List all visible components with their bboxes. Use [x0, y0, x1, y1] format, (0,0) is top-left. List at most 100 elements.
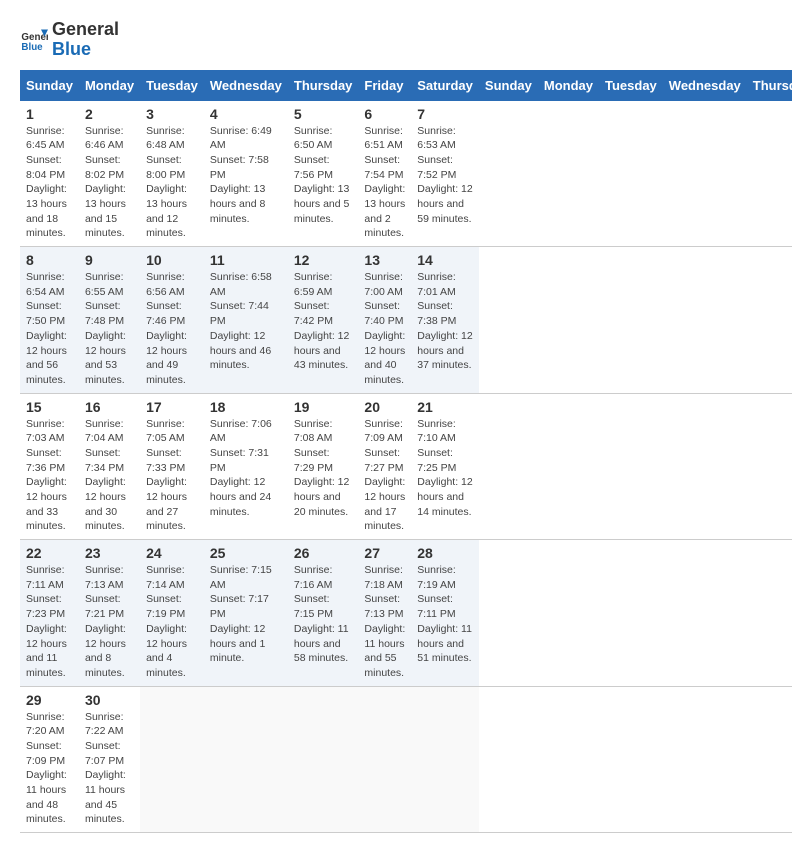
header-tuesday: Tuesday: [140, 70, 204, 101]
day-info: Sunrise: 6:55 AM Sunset: 7:48 PM Dayligh…: [85, 270, 134, 388]
day-info: Sunrise: 7:06 AM Sunset: 7:31 PM Dayligh…: [210, 417, 282, 520]
day-cell-10: 10Sunrise: 6:56 AM Sunset: 7:46 PM Dayli…: [140, 247, 204, 394]
day-number: 17: [146, 399, 198, 415]
day-number: 29: [26, 692, 73, 708]
day-info: Sunrise: 7:14 AM Sunset: 7:19 PM Dayligh…: [146, 563, 198, 681]
day-number: 3: [146, 106, 198, 122]
day-cell-3: 3 Sunrise: 6:48 AM Sunset: 8:00 PM Daylig…: [140, 101, 204, 247]
day-number: 7: [417, 106, 473, 122]
logo: General Blue General Blue: [20, 20, 119, 60]
day-info: Sunrise: 6:48 AM Sunset: 8:00 PM Dayligh…: [146, 124, 198, 242]
day-info: Sunrise: 7:18 AM Sunset: 7:13 PM Dayligh…: [364, 563, 405, 681]
header-sunday: Sunday: [479, 70, 538, 101]
day-number: 2: [85, 106, 134, 122]
day-info: Sunrise: 7:19 AM Sunset: 7:11 PM Dayligh…: [417, 563, 473, 666]
day-info: Sunrise: 6:59 AM Sunset: 7:42 PM Dayligh…: [294, 270, 353, 373]
day-number: 22: [26, 545, 73, 561]
header-thursday: Thursday: [747, 70, 792, 101]
empty-cell: [204, 686, 288, 833]
header-monday: Monday: [538, 70, 599, 101]
day-number: 23: [85, 545, 134, 561]
calendar-week-1: 1 Sunrise: 6:45 AM Sunset: 8:04 PM Daylig…: [20, 101, 792, 247]
day-number: 16: [85, 399, 134, 415]
logo-blue: Blue: [52, 39, 91, 59]
calendar-week-3: 15Sunrise: 7:03 AM Sunset: 7:36 PM Dayli…: [20, 393, 792, 540]
day-info: Sunrise: 7:15 AM Sunset: 7:17 PM Dayligh…: [210, 563, 282, 666]
day-cell-7: 7 Sunrise: 6:53 AM Sunset: 7:52 PM Daylig…: [411, 101, 479, 247]
day-cell-26: 26 Sunrise: 7:16 AM Sunset: 7:15 PM Dayli…: [288, 540, 359, 687]
day-cell-30: 30Sunrise: 7:22 AM Sunset: 7:07 PM Dayli…: [79, 686, 140, 833]
day-number: 9: [85, 252, 134, 268]
day-number: 11: [210, 252, 282, 268]
day-info: Sunrise: 6:53 AM Sunset: 7:52 PM Dayligh…: [417, 124, 473, 227]
day-cell-21: 21Sunrise: 7:10 AM Sunset: 7:25 PM Dayli…: [411, 393, 479, 540]
day-info: Sunrise: 7:05 AM Sunset: 7:33 PM Dayligh…: [146, 417, 198, 535]
day-cell-9: 9 Sunrise: 6:55 AM Sunset: 7:48 PM Daylig…: [79, 247, 140, 394]
day-cell-11: 11 Sunrise: 6:58 AM Sunset: 7:44 PM Dayli…: [204, 247, 288, 394]
day-cell-14: 14Sunrise: 7:01 AM Sunset: 7:38 PM Dayli…: [411, 247, 479, 394]
calendar-table: SundayMondayTuesdayWednesdayThursdayFrid…: [20, 70, 792, 834]
day-number: 6: [364, 106, 405, 122]
header-friday: Friday: [358, 70, 411, 101]
day-cell-16: 16 Sunrise: 7:04 AM Sunset: 7:34 PM Dayli…: [79, 393, 140, 540]
day-info: Sunrise: 7:16 AM Sunset: 7:15 PM Dayligh…: [294, 563, 353, 666]
day-cell-19: 19Sunrise: 7:08 AM Sunset: 7:29 PM Dayli…: [288, 393, 359, 540]
day-info: Sunrise: 7:03 AM Sunset: 7:36 PM Dayligh…: [26, 417, 73, 535]
header-wednesday: Wednesday: [663, 70, 747, 101]
day-number: 5: [294, 106, 353, 122]
svg-text:Blue: Blue: [21, 42, 43, 53]
day-cell-4: 4Sunrise: 6:49 AM Sunset: 7:58 PM Daylig…: [204, 101, 288, 247]
day-number: 25: [210, 545, 282, 561]
day-info: Sunrise: 7:11 AM Sunset: 7:23 PM Dayligh…: [26, 563, 73, 681]
day-number: 28: [417, 545, 473, 561]
day-cell-13: 13Sunrise: 7:00 AM Sunset: 7:40 PM Dayli…: [358, 247, 411, 394]
calendar-week-2: 8 Sunrise: 6:54 AM Sunset: 7:50 PM Daylig…: [20, 247, 792, 394]
day-cell-12: 12 Sunrise: 6:59 AM Sunset: 7:42 PM Dayli…: [288, 247, 359, 394]
day-cell-29: 29 Sunrise: 7:20 AM Sunset: 7:09 PM Dayli…: [20, 686, 79, 833]
day-cell-2: 2 Sunrise: 6:46 AM Sunset: 8:02 PM Daylig…: [79, 101, 140, 247]
header-sunday: Sunday: [20, 70, 79, 101]
empty-cell: [140, 686, 204, 833]
logo-icon: General Blue: [20, 26, 48, 54]
day-cell-17: 17 Sunrise: 7:05 AM Sunset: 7:33 PM Dayli…: [140, 393, 204, 540]
day-number: 21: [417, 399, 473, 415]
day-cell-27: 27Sunrise: 7:18 AM Sunset: 7:13 PM Dayli…: [358, 540, 411, 687]
day-info: Sunrise: 6:46 AM Sunset: 8:02 PM Dayligh…: [85, 124, 134, 242]
day-number: 1: [26, 106, 73, 122]
day-number: 24: [146, 545, 198, 561]
day-info: Sunrise: 6:45 AM Sunset: 8:04 PM Dayligh…: [26, 124, 73, 242]
header-thursday: Thursday: [288, 70, 359, 101]
calendar-header-row: SundayMondayTuesdayWednesdayThursdayFrid…: [20, 70, 792, 101]
day-number: 18: [210, 399, 282, 415]
day-number: 14: [417, 252, 473, 268]
day-cell-8: 8 Sunrise: 6:54 AM Sunset: 7:50 PM Daylig…: [20, 247, 79, 394]
day-number: 19: [294, 399, 353, 415]
empty-cell: [358, 686, 411, 833]
header-monday: Monday: [79, 70, 140, 101]
day-number: 12: [294, 252, 353, 268]
day-info: Sunrise: 6:58 AM Sunset: 7:44 PM Dayligh…: [210, 270, 282, 373]
day-cell-28: 28 Sunrise: 7:19 AM Sunset: 7:11 PM Dayli…: [411, 540, 479, 687]
header-tuesday: Tuesday: [599, 70, 663, 101]
empty-cell: [288, 686, 359, 833]
day-cell-6: 6Sunrise: 6:51 AM Sunset: 7:54 PM Daylig…: [358, 101, 411, 247]
day-number: 26: [294, 545, 353, 561]
day-number: 10: [146, 252, 198, 268]
day-cell-15: 15Sunrise: 7:03 AM Sunset: 7:36 PM Dayli…: [20, 393, 79, 540]
day-info: Sunrise: 7:20 AM Sunset: 7:09 PM Dayligh…: [26, 710, 73, 828]
calendar-week-4: 22 Sunrise: 7:11 AM Sunset: 7:23 PM Dayli…: [20, 540, 792, 687]
day-number: 4: [210, 106, 282, 122]
day-number: 13: [364, 252, 405, 268]
logo-general: General: [52, 19, 119, 39]
day-info: Sunrise: 7:04 AM Sunset: 7:34 PM Dayligh…: [85, 417, 134, 535]
day-cell-23: 23 Sunrise: 7:13 AM Sunset: 7:21 PM Dayli…: [79, 540, 140, 687]
day-number: 30: [85, 692, 134, 708]
day-info: Sunrise: 7:13 AM Sunset: 7:21 PM Dayligh…: [85, 563, 134, 681]
day-number: 20: [364, 399, 405, 415]
page-header: General Blue General Blue: [20, 20, 772, 60]
day-cell-24: 24 Sunrise: 7:14 AM Sunset: 7:19 PM Dayli…: [140, 540, 204, 687]
day-info: Sunrise: 6:54 AM Sunset: 7:50 PM Dayligh…: [26, 270, 73, 388]
day-number: 8: [26, 252, 73, 268]
header-saturday: Saturday: [411, 70, 479, 101]
day-info: Sunrise: 6:50 AM Sunset: 7:56 PM Dayligh…: [294, 124, 353, 227]
